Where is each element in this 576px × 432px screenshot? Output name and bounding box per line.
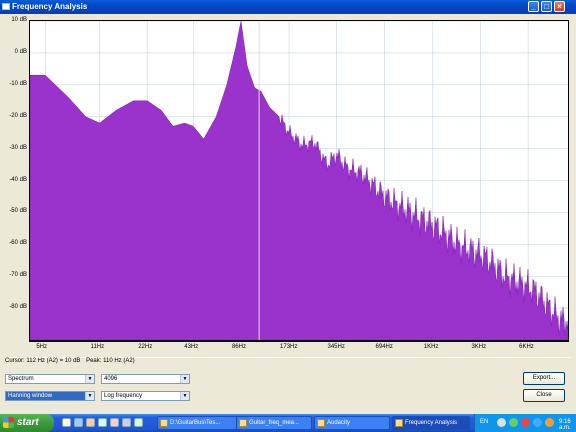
status-bar: Cursor: 112 Hz (A2) = 10 dB Peak: 110 Hz… [5,357,571,366]
document-icon [239,419,247,427]
chevron-down-icon[interactable]: ▼ [180,392,189,400]
windows-logo-icon [3,417,14,428]
axis-value: Log frequency [104,393,143,399]
close-window-button[interactable]: × [554,1,565,12]
minimize-button[interactable]: _ [528,1,539,12]
y-tick-label: -20 dB [9,112,27,119]
spectrum-chart [30,21,568,340]
quick-launch-icon[interactable] [122,418,131,427]
task-label: Guitar_freq_mea... [249,420,300,426]
x-axis [29,341,569,353]
clock: 9:16 a.m. [559,419,571,431]
x-tick-label: 3KHz [471,344,487,350]
x-tick-label: 11Hz [90,344,105,350]
x-tick-label: 6KHz [519,344,534,350]
quick-launch-icon[interactable] [98,418,107,427]
taskbar: start D:\GuitarBus\Tes... Guitar_freq_me… [0,414,576,432]
y-tick-label: 0 dB [14,48,27,55]
y-tick-label: 10 dB [11,17,27,23]
tray-icon[interactable] [545,418,554,427]
algorithm-value: Spectrum [8,376,34,382]
algorithm-select[interactable]: Spectrum ▼ [5,374,95,384]
system-tray: EN 9:16 a.m. [474,414,576,432]
axis-select[interactable]: Log frequency ▼ [101,391,190,401]
quick-launch-icon[interactable] [134,418,143,427]
quick-launch-icon[interactable] [62,418,71,427]
export-button[interactable]: Export... [523,372,565,385]
y-tick-label: -30 dB [9,144,27,151]
tray-icon[interactable] [521,418,530,427]
taskbar-item-document[interactable]: Guitar_freq_mea... [236,416,312,430]
frequency-analysis-window: Frequency Analysis _ □ × 10 dB 0 dB -10 dB… [0,0,576,414]
taskbar-item-frequency-analysis[interactable]: Frequency Analysis [392,416,470,430]
y-tick-label: -10 dB [9,80,27,87]
cursor-readout: Cursor: 112 Hz (A2) = 10 dB [5,358,81,364]
window-function-select[interactable]: Hanning window ▼ [5,391,95,401]
chevron-down-icon[interactable]: ▼ [85,375,94,383]
peak-readout: Peak: 110 Hz (A2) [86,358,135,364]
quick-launch-icon[interactable] [74,418,83,427]
chevron-down-icon[interactable]: ▼ [85,392,94,400]
y-tick-label: -40 dB [9,176,27,183]
x-tick-label: 5Hz [36,344,48,350]
audacity-icon [395,419,403,427]
x-tick-label: 694Hz [375,344,393,350]
chevron-down-icon[interactable]: ▼ [180,375,189,383]
quick-launch-icon[interactable] [110,418,119,427]
quick-launch-icon[interactable] [86,418,95,427]
spectrum-plot[interactable] [29,20,569,341]
folder-icon [160,419,168,427]
language-indicator[interactable]: EN [480,419,488,425]
start-label: start [17,417,39,428]
y-tick-label: -50 dB [9,208,27,215]
tray-icon[interactable] [533,418,542,427]
taskbar-item-explorer[interactable]: D:\GuitarBus\Tes... [157,416,243,430]
size-select[interactable]: 4096 ▼ [101,374,190,384]
x-tick-label: 173Hz [280,344,298,350]
y-tick-label: -80 dB [9,304,27,311]
x-tick-label: 22Hz [138,344,153,350]
close-button[interactable]: Close [523,389,565,402]
maximize-button[interactable]: □ [541,1,552,12]
title-bar[interactable]: Frequency Analysis _ □ × [0,0,576,14]
audacity-icon [317,419,325,427]
task-label: Frequency Analysis [405,420,458,426]
x-tick-label: 1KHz [423,344,439,350]
y-tick-label: -70 dB [9,272,27,279]
tray-icon[interactable] [497,418,506,427]
y-tick-label: -60 dB [9,240,27,247]
taskbar-item-audacity[interactable]: Audacity [314,416,390,430]
task-label: Audacity [327,420,351,426]
window-title: Frequency Analysis [12,2,88,11]
x-tick-label: 345Hz [327,344,345,350]
start-button[interactable]: start [0,414,54,432]
app-icon [2,3,10,10]
task-label: D:\GuitarBus\Tes... [170,420,221,426]
window-function-value: Hanning window [8,393,53,399]
x-tick-label: 43Hz [184,344,199,350]
tray-icon[interactable] [509,418,518,427]
size-value: 4096 [104,376,118,382]
x-tick-label: 86Hz [231,344,246,350]
